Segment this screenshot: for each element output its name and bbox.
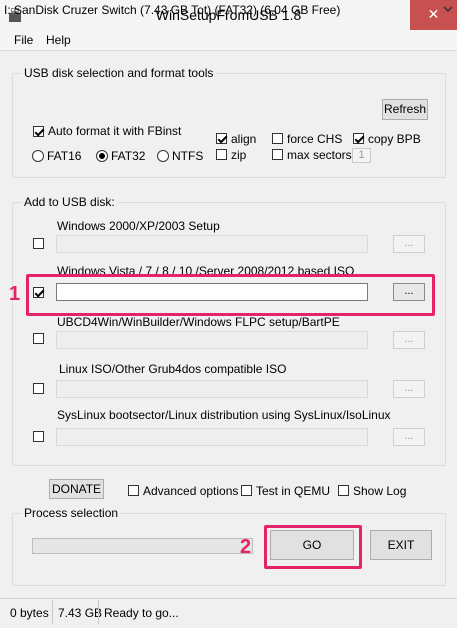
- source-path-syslinux[interactable]: [56, 428, 368, 446]
- test-qemu-checkbox[interactable]: [241, 485, 252, 496]
- annotation-badge-2: 2: [240, 536, 252, 558]
- source-checkbox-linux[interactable]: [33, 383, 44, 394]
- status-size: 7.43 GB: [58, 606, 103, 620]
- max-sectors-spinner[interactable]: 1: [352, 148, 371, 163]
- force-chs-label: force CHS: [287, 132, 343, 146]
- browse-button-linux[interactable]: ...: [393, 380, 425, 398]
- align-checkbox[interactable]: [216, 133, 227, 144]
- source-checkbox-win2000[interactable]: [33, 238, 44, 249]
- status-message: Ready to go...: [104, 606, 179, 620]
- fat32-radio[interactable]: [96, 150, 108, 162]
- annotation-badge-1: 1: [9, 283, 21, 305]
- source-label-syslinux: SysLinux bootsector/Linux distribution u…: [57, 408, 391, 422]
- source-path-ubcd[interactable]: [56, 331, 368, 349]
- menu-bar: File Help: [0, 30, 457, 51]
- source-path-linux[interactable]: [56, 380, 368, 398]
- source-checkbox-ubcd[interactable]: [33, 333, 44, 344]
- browse-button-ubcd[interactable]: ...: [393, 331, 425, 349]
- add-to-usb-group-title: Add to USB disk:: [22, 195, 117, 209]
- advanced-options-label: Advanced options: [143, 484, 239, 498]
- browse-button-win2000[interactable]: ...: [393, 235, 425, 253]
- progress-bar: [32, 538, 253, 554]
- align-label: align: [231, 132, 257, 146]
- source-label-win2000: Windows 2000/XP/2003 Setup: [57, 219, 220, 233]
- source-label-ubcd: UBCD4Win/WinBuilder/Windows FLPC setup/B…: [57, 315, 340, 329]
- process-group-title: Process selection: [22, 506, 121, 520]
- highlight-box-2: [264, 525, 362, 569]
- show-log-label: Show Log: [353, 484, 407, 498]
- menu-file[interactable]: File: [14, 33, 33, 47]
- ntfs-label: NTFS: [172, 149, 204, 163]
- fat16-radio[interactable]: [32, 150, 44, 162]
- usb-disk-group-title: USB disk selection and format tools: [22, 66, 216, 80]
- drive-selected-value: I: SanDisk Cruzer Switch (7.43 GB Tot) (…: [4, 3, 341, 17]
- ntfs-radio[interactable]: [157, 150, 169, 162]
- advanced-options-checkbox[interactable]: [128, 485, 139, 496]
- chevron-down-icon: [443, 6, 453, 13]
- max-sectors-checkbox[interactable]: [272, 149, 283, 160]
- source-path-win2000[interactable]: [56, 235, 368, 253]
- fat32-label: FAT32: [111, 149, 146, 163]
- close-icon: ✕: [427, 6, 440, 22]
- auto-format-label: Auto format it with FBinst: [48, 124, 182, 138]
- menu-help[interactable]: Help: [46, 33, 71, 47]
- zip-label: zip: [231, 148, 247, 162]
- auto-format-checkbox[interactable]: [33, 126, 44, 137]
- test-qemu-label: Test in QEMU: [256, 484, 331, 498]
- force-chs-checkbox[interactable]: [272, 133, 283, 144]
- status-separator: [52, 600, 53, 624]
- exit-button[interactable]: EXIT: [370, 530, 432, 560]
- status-separator: [98, 600, 99, 624]
- copy-bpb-label: copy BPB: [368, 132, 421, 146]
- browse-button-syslinux[interactable]: ...: [393, 428, 425, 446]
- status-bytes: 0 bytes: [10, 606, 49, 620]
- show-log-checkbox[interactable]: [338, 485, 349, 496]
- highlight-box-1: [26, 274, 435, 316]
- refresh-button[interactable]: Refresh: [382, 99, 428, 120]
- source-checkbox-syslinux[interactable]: [33, 431, 44, 442]
- fat16-label: FAT16: [47, 149, 82, 163]
- source-label-linux: Linux ISO/Other Grub4dos compatible ISO: [59, 362, 287, 376]
- max-sectors-label: max sectors: [287, 148, 352, 162]
- copy-bpb-checkbox[interactable]: [353, 133, 364, 144]
- donate-button[interactable]: DONATE: [49, 479, 104, 499]
- zip-checkbox[interactable]: [216, 149, 227, 160]
